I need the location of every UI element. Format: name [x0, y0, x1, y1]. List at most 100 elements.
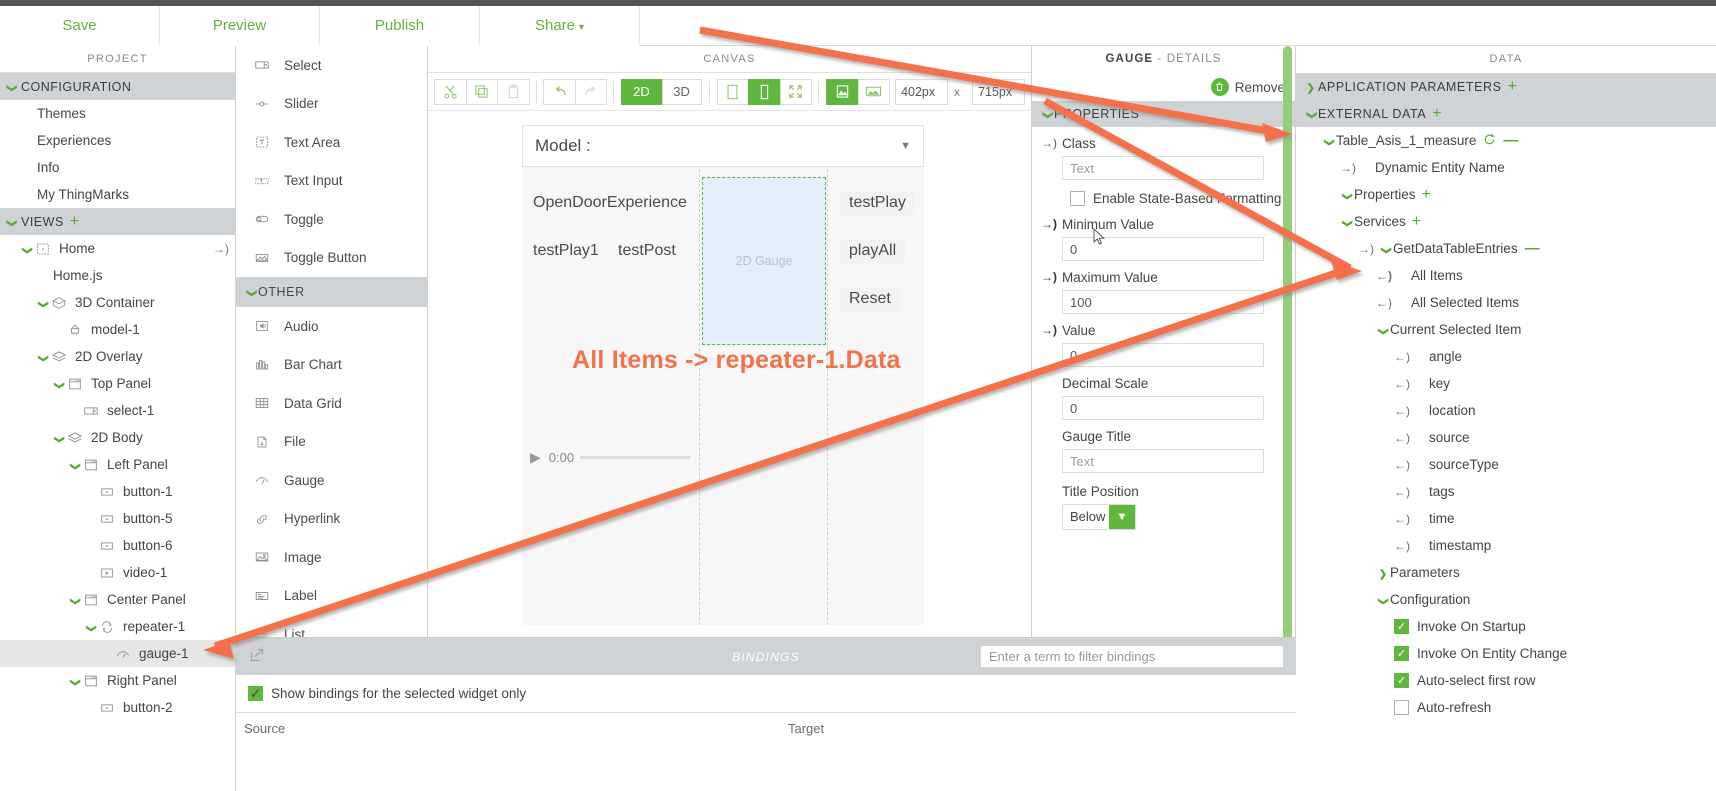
data-tree-item-time[interactable]: ←) time	[1296, 505, 1716, 532]
remove-icon[interactable]: —	[1525, 241, 1540, 256]
palette-item-hyperlink[interactable]: Hyperlink	[236, 500, 427, 539]
tree-item-2d-body[interactable]: 2D Body	[0, 424, 235, 451]
data-tree-item-tags[interactable]: ←) tags	[1296, 478, 1716, 505]
tree-item-button-5[interactable]: button-5	[0, 505, 235, 532]
menu-item-save[interactable]: Save	[0, 6, 160, 46]
binding-in-icon[interactable]: ←)	[1394, 539, 1410, 553]
chevron-down-icon[interactable]	[1340, 215, 1354, 229]
chevron-down-icon[interactable]	[36, 350, 50, 364]
tree-item-themes[interactable]: Themes	[0, 100, 235, 127]
data-tree-item-sourcetype[interactable]: ←) sourceType	[1296, 451, 1716, 478]
canvas-height-input[interactable]: 715px	[972, 78, 1026, 105]
data-tree-item-current-selected-item[interactable]: Current Selected Item	[1296, 316, 1716, 343]
data-tree-item-all-items[interactable]: ←) All Items	[1296, 262, 1716, 289]
palette-item-select[interactable]: Select	[236, 46, 427, 85]
chevron-right-icon[interactable]	[1376, 566, 1390, 580]
palette-item-text-input[interactable]: Text Input	[236, 162, 427, 201]
add-icon[interactable]: +	[70, 213, 80, 230]
chevron-down-icon[interactable]	[1340, 188, 1354, 202]
tree-item-button-1[interactable]: button-1	[0, 478, 235, 505]
show-selected-only-row[interactable]: ✓ Show bindings for the selected widget …	[236, 675, 1296, 713]
tree-item-button-6[interactable]: button-6	[0, 532, 235, 559]
binding-in-icon[interactable]: ←)	[1394, 350, 1410, 364]
refresh-icon[interactable]	[1483, 133, 1496, 149]
data-tree-item-location[interactable]: ←) location	[1296, 397, 1716, 424]
data-tree-item-auto-refresh[interactable]: Auto-refresh	[1296, 694, 1716, 721]
tree-item-home[interactable]: Home →)	[0, 235, 235, 262]
popout-icon[interactable]	[250, 648, 264, 665]
data-tree-item-auto-select-first-row[interactable]: ✓ Auto-select first row	[1296, 667, 1716, 694]
tree-item-model-1[interactable]: model-1	[0, 316, 235, 343]
data-tree-item-parameters[interactable]: Parameters	[1296, 559, 1716, 586]
cut-icon[interactable]	[434, 78, 467, 105]
play-icon[interactable]: ▶	[530, 449, 541, 466]
data-tree-item-getdatatableentries[interactable]: →) GetDataTableEntries —	[1296, 235, 1716, 262]
binding-in-icon[interactable]: ←)	[1394, 512, 1410, 526]
tree-item-my-thingmarks[interactable]: My ThingMarks	[0, 181, 235, 208]
tree-item-info[interactable]: Info	[0, 154, 235, 181]
chevron-down-icon[interactable]	[68, 458, 82, 472]
canvas-gauge-widget[interactable]: 2D Gauge	[702, 177, 826, 345]
binding-in-icon[interactable]: ←)	[1394, 404, 1410, 418]
mode-2d-button[interactable]: 2D	[621, 78, 662, 105]
property-input[interactable]	[1062, 290, 1264, 314]
menu-item-share[interactable]: Share ▾	[480, 6, 640, 46]
landscape-icon[interactable]	[857, 78, 891, 105]
chevron-down-icon[interactable]	[4, 215, 18, 229]
chevron-down-icon[interactable]	[68, 674, 82, 688]
tree-item-video-1[interactable]: video-1	[0, 559, 235, 586]
enable-state-based-formatting-row[interactable]: Enable State-Based Formatting	[1032, 180, 1295, 208]
data-tree-item-services[interactable]: Services +	[1296, 208, 1716, 235]
canvas-widget-playall[interactable]: playAll	[840, 239, 906, 263]
canvas-video-widget[interactable]: ▶ 0:00	[530, 445, 690, 469]
phone-icon[interactable]	[748, 78, 781, 105]
bindings-filter-input[interactable]	[980, 645, 1284, 668]
properties-section-header[interactable]: PROPERTIES	[1032, 101, 1295, 127]
paste-icon[interactable]	[497, 78, 530, 105]
portrait-icon[interactable]	[826, 78, 859, 105]
tree-section-views[interactable]: VIEWS +	[0, 208, 235, 235]
binding-out-icon[interactable]: →)	[1041, 270, 1057, 284]
tree-item-experiences[interactable]: Experiences	[0, 127, 235, 154]
property-input[interactable]	[1062, 396, 1264, 420]
data-tree-item-external-data[interactable]: EXTERNAL DATA +	[1296, 100, 1716, 127]
chevron-down-icon[interactable]	[68, 593, 82, 607]
checkbox-checked-icon[interactable]: ✓	[1394, 619, 1409, 634]
remove-button[interactable]: Remove	[1210, 78, 1285, 96]
tree-item-2d-overlay[interactable]: 2D Overlay	[0, 343, 235, 370]
binding-out-icon[interactable]: →)	[1041, 217, 1057, 231]
tree-item-top-panel[interactable]: Top Panel	[0, 370, 235, 397]
mode-3d-button[interactable]: 3D	[661, 78, 702, 105]
chevron-down-icon[interactable]	[1304, 107, 1318, 121]
checkbox-checked-icon[interactable]: ✓	[1394, 646, 1409, 661]
binding-in-icon[interactable]: ←)	[1394, 485, 1410, 499]
binding-in-icon[interactable]: ←)	[1394, 458, 1410, 472]
add-icon[interactable]: +	[1422, 186, 1431, 203]
data-tree-item-invoke-on-entity-change[interactable]: ✓ Invoke On Entity Change	[1296, 640, 1716, 667]
property-input[interactable]	[1062, 343, 1264, 367]
canvas-widget-reset[interactable]: Reset	[840, 287, 900, 311]
data-tree-item-application-parameters[interactable]: APPLICATION PARAMETERS +	[1296, 73, 1716, 100]
binding-out-icon[interactable]: →)	[1041, 136, 1057, 150]
tree-item-left-panel[interactable]: Left Panel	[0, 451, 235, 478]
tree-item-center-panel[interactable]: Center Panel	[0, 586, 235, 613]
add-icon[interactable]: +	[1412, 213, 1421, 230]
property-input[interactable]	[1062, 449, 1264, 473]
palette-item-other[interactable]: OTHER	[236, 277, 427, 307]
chevron-down-icon[interactable]: ▼	[1109, 505, 1135, 529]
binding-in-icon[interactable]: ←)	[1394, 431, 1410, 445]
data-tree-item-invoke-on-startup[interactable]: ✓ Invoke On Startup	[1296, 613, 1716, 640]
checkbox-checked-icon[interactable]: ✓	[1394, 673, 1409, 688]
binding-in-icon[interactable]: ←)	[1376, 296, 1392, 310]
palette-item-audio[interactable]: Audio	[236, 307, 427, 346]
data-tree-item-source[interactable]: ←) source	[1296, 424, 1716, 451]
data-tree-item-all-selected-items[interactable]: ←) All Selected Items	[1296, 289, 1716, 316]
tree-item-select-1[interactable]: select-1	[0, 397, 235, 424]
palette-item-image[interactable]: Image	[236, 538, 427, 577]
checkbox-checked-icon[interactable]: ✓	[248, 686, 263, 701]
palette-item-slider[interactable]: Slider	[236, 85, 427, 124]
chevron-down-icon[interactable]	[36, 296, 50, 310]
panel-splitter-handle[interactable]	[1283, 46, 1292, 646]
property-input[interactable]	[1062, 156, 1264, 180]
undo-icon[interactable]	[543, 78, 576, 105]
